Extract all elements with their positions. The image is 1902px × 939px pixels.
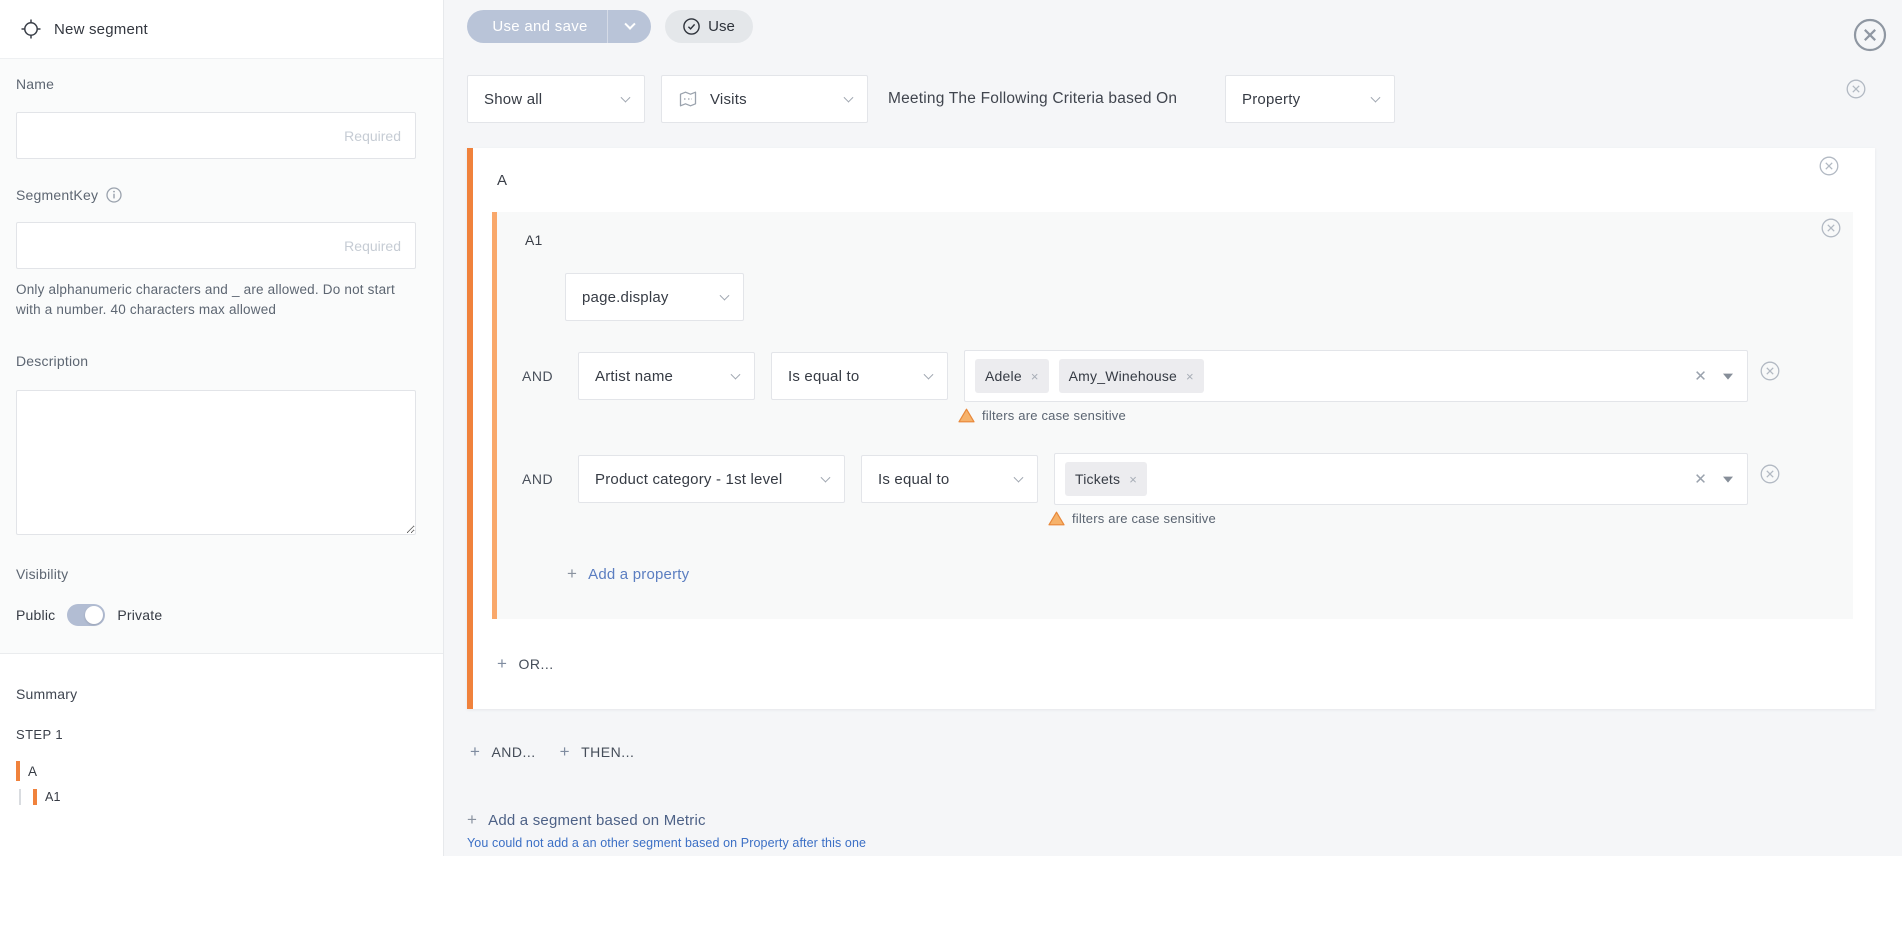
map-icon <box>678 89 698 109</box>
subgroup-a1-accent-bar <box>492 212 497 619</box>
visibility-private-label: Private <box>117 607 163 623</box>
plus-icon: + <box>559 742 571 761</box>
target-icon <box>20 18 42 40</box>
warning-triangle-icon <box>1048 511 1065 526</box>
dropdown-caret-icon[interactable] <box>1723 373 1733 380</box>
condition-comparator-select[interactable]: Is equal to <box>861 455 1038 503</box>
check-circle-icon <box>683 18 700 35</box>
value-chip: Amy_Winehouse × <box>1058 359 1204 393</box>
remove-value-icon[interactable]: × <box>1129 472 1137 487</box>
remove-group-a-icon[interactable] <box>1819 156 1839 176</box>
condition-values-field[interactable]: Adele × Amy_Winehouse × ✕ <box>964 350 1748 402</box>
value-chip: Adele × <box>975 359 1049 393</box>
segment-subgroup-a1: A1 page.display AND Artist name Is equal… <box>492 212 1853 619</box>
chevron-down-icon <box>843 92 854 103</box>
add-or-button[interactable]: + OR... <box>497 654 554 674</box>
criteria-statement: Meeting The Following Criteria based On <box>888 90 1178 107</box>
metric-select[interactable]: Visits <box>661 75 868 123</box>
segmentkey-label: SegmentKey <box>16 187 122 203</box>
chevron-down-icon <box>730 369 741 380</box>
operator-label: AND <box>522 471 554 487</box>
condition-property-select[interactable]: Artist name <box>578 352 755 400</box>
description-label: Description <box>16 353 89 369</box>
value-chip: Tickets × <box>1065 462 1148 496</box>
warning-triangle-icon <box>958 408 975 423</box>
group-a-accent-bar <box>467 148 473 709</box>
segmentkey-input[interactable] <box>16 222 416 269</box>
visibility-public-label: Public <box>16 607 56 623</box>
summary-step-label: STEP 1 <box>16 727 63 742</box>
sidebar-divider <box>443 0 444 856</box>
name-label: Name <box>16 76 55 92</box>
summary-divider <box>0 653 443 654</box>
subgroup-a1-label: A1 <box>525 232 543 248</box>
toggle-knob <box>85 606 104 624</box>
plus-icon: + <box>470 742 481 761</box>
summary-a1-indent-bar <box>19 788 21 805</box>
plus-icon: + <box>567 564 578 583</box>
property-select[interactable]: page.display <box>565 273 744 321</box>
chevron-down-icon <box>923 369 934 380</box>
plus-icon: + <box>497 654 508 673</box>
group-a-label: A <box>497 172 508 189</box>
condition-row: AND Product category - 1st level Is equa… <box>492 453 1853 505</box>
chevron-down-icon <box>1013 472 1024 483</box>
scope-select[interactable]: Show all <box>467 75 645 123</box>
segmentkey-help-text: Only alphanumeric characters and _ are a… <box>16 282 395 317</box>
condition-row: AND Artist name Is equal to Adele × Amy_… <box>492 350 1853 402</box>
use-and-save-button[interactable]: Use and save <box>467 10 651 43</box>
chevron-down-icon <box>1370 92 1381 103</box>
add-metric-segment-button[interactable]: + Add a segment based on Metric <box>467 810 706 830</box>
remove-condition-icon[interactable] <box>1760 361 1780 381</box>
sidebar-header: New segment <box>0 0 443 58</box>
summary-a1-bar <box>33 788 37 805</box>
based-on-select[interactable]: Property <box>1225 75 1395 123</box>
remove-subgroup-a1-icon[interactable] <box>1821 218 1841 238</box>
chevron-down-icon <box>820 472 831 483</box>
close-icon[interactable] <box>1853 18 1887 52</box>
clear-values-icon[interactable]: ✕ <box>1694 470 1707 488</box>
chevron-down-icon <box>623 18 636 30</box>
segment-group-a: A A1 page.display AND Artist name Is equ… <box>467 148 1875 709</box>
add-metric-note: You could not add a an other segment bas… <box>467 836 867 850</box>
group-actions: + AND... + THEN... <box>470 742 634 762</box>
remove-criteria-icon[interactable] <box>1846 79 1866 99</box>
use-and-save-dropdown[interactable] <box>607 10 651 43</box>
segment-builder-modal: New segment Name SegmentKey Only alphanu… <box>0 0 1902 939</box>
info-icon[interactable] <box>106 187 122 203</box>
remove-value-icon[interactable]: × <box>1031 369 1039 384</box>
name-input[interactable] <box>16 112 416 159</box>
condition-values-field[interactable]: Tickets × ✕ <box>1054 453 1748 505</box>
add-property-button[interactable]: + Add a property <box>567 564 689 584</box>
description-textarea[interactable] <box>16 390 416 535</box>
chevron-down-icon <box>719 290 730 301</box>
sidebar: New segment Name SegmentKey Only alphanu… <box>0 0 443 939</box>
visibility-row: Public Private <box>16 604 162 626</box>
condition-comparator-select[interactable]: Is equal to <box>771 352 948 400</box>
plus-icon: + <box>467 810 478 829</box>
remove-condition-icon[interactable] <box>1760 464 1780 484</box>
summary-item-a1: A1 <box>19 788 61 805</box>
summary-a-bar <box>16 761 20 781</box>
page-title: New segment <box>54 20 148 38</box>
case-sensitive-warning: filters are case sensitive <box>1048 511 1216 526</box>
summary-title: Summary <box>16 686 78 702</box>
use-button[interactable]: Use <box>665 10 753 43</box>
visibility-toggle[interactable] <box>67 604 106 626</box>
add-then-button[interactable]: + THEN... <box>560 742 635 762</box>
condition-property-select[interactable]: Product category - 1st level <box>578 455 845 503</box>
chevron-down-icon <box>620 92 631 103</box>
visibility-label: Visibility <box>16 566 69 582</box>
remove-value-icon[interactable]: × <box>1186 369 1194 384</box>
clear-values-icon[interactable]: ✕ <box>1694 367 1707 385</box>
operator-label: AND <box>522 368 554 384</box>
case-sensitive-warning: filters are case sensitive <box>958 408 1126 423</box>
summary-item-a: A <box>16 761 37 781</box>
dropdown-caret-icon[interactable] <box>1723 476 1733 483</box>
add-and-button[interactable]: + AND... <box>470 742 536 762</box>
